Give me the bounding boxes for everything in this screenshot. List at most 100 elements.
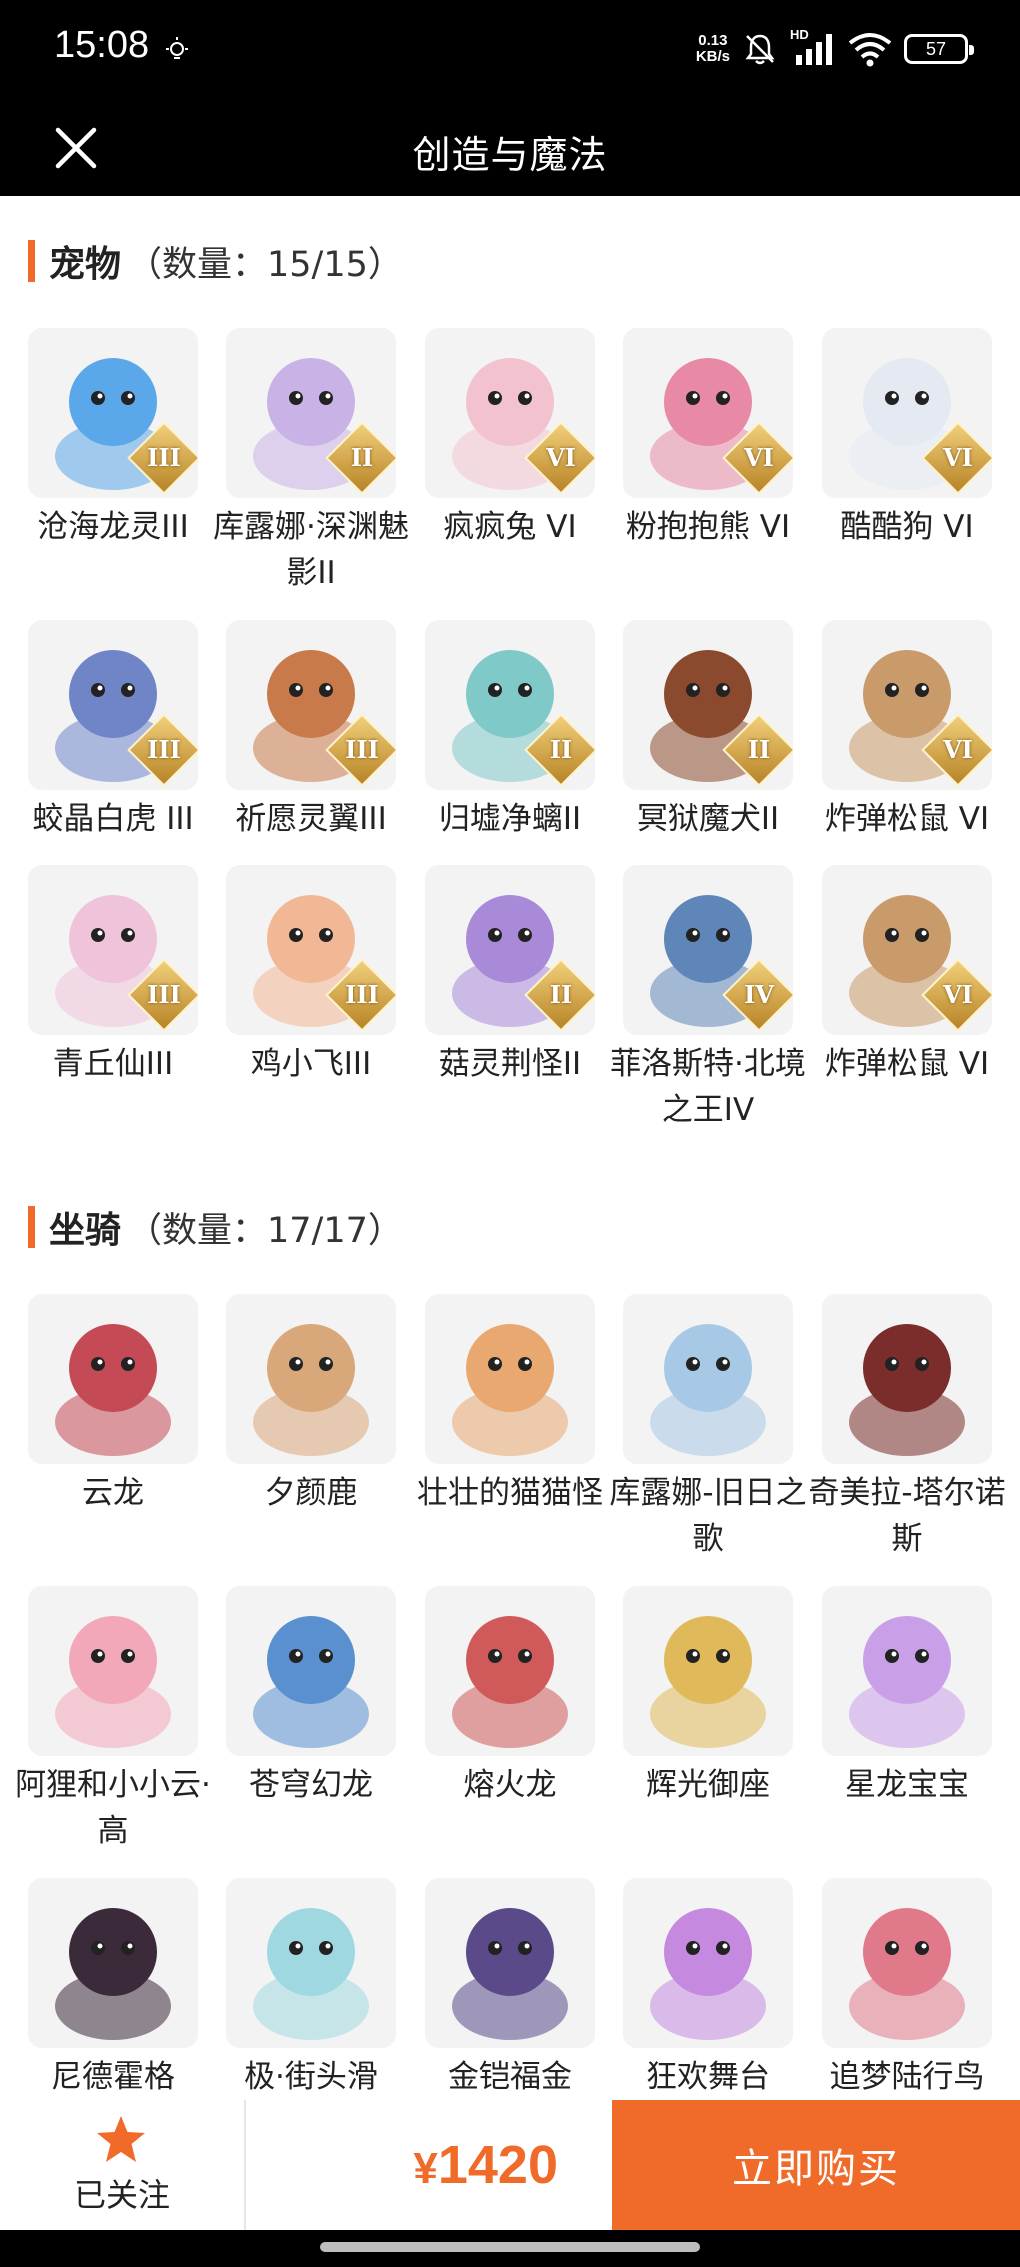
section-accent-bar <box>28 1206 35 1248</box>
mounts-image <box>623 1878 793 2048</box>
mounts-image <box>226 1878 396 2048</box>
pets-label: 沧海龙灵III <box>37 509 189 545</box>
status-icons: 0.13 KB/s HD 57 <box>695 26 974 72</box>
mounts-image <box>425 1294 595 1464</box>
pets-label: 青丘仙III <box>52 1046 174 1082</box>
pets-item[interactable]: III 祈愿灵翼III <box>212 620 410 842</box>
mounts-image <box>822 1294 992 1464</box>
mounts-item[interactable]: 追梦陆行鸟 <box>808 1878 1006 2100</box>
mounts-label: 奇美拉-塔尔诺斯 <box>808 1475 1006 1557</box>
pets-thumbnail: II <box>623 620 793 790</box>
pets-label: 鸡小飞III <box>250 1046 372 1082</box>
pets-item[interactable]: VI 酷酷狗 VI <box>808 328 1006 550</box>
pets-label: 库露娜·深渊魅影II <box>213 509 409 591</box>
mounts-item[interactable]: 熔火龙 <box>411 1586 609 1808</box>
mounts-item[interactable]: 苍穹幻龙 <box>212 1586 410 1808</box>
pets-thumbnail: III <box>28 328 198 498</box>
mounts-thumbnail <box>623 1878 793 2048</box>
mounts-item[interactable]: 壮壮的猫猫怪 <box>411 1294 609 1516</box>
follow-button[interactable]: 已关注 <box>0 2100 244 2230</box>
status-time: 15:08 <box>54 24 150 66</box>
mute-icon <box>745 34 775 65</box>
mounts-thumbnail <box>28 1294 198 1464</box>
wifi-icon <box>848 33 892 67</box>
pets-thumbnail: VI <box>822 865 992 1035</box>
mounts-section-header: 坐骑 （数量：17/17） <box>28 1202 403 1252</box>
mounts-thumbnail <box>623 1586 793 1756</box>
pets-label: 菇灵荆怪II <box>438 1046 582 1082</box>
mounts-label: 狂欢舞台 <box>646 2059 770 2095</box>
mounts-label: 壮壮的猫猫怪 <box>417 1475 603 1511</box>
pets-item[interactable]: II 库露娜·深渊魅影II <box>212 328 410 596</box>
mounts-label: 极·街头滑 <box>244 2059 378 2095</box>
network-speed: 0.13 KB/s <box>695 32 730 65</box>
pets-label: 归墟净螭II <box>438 801 582 837</box>
mounts-label: 熔火龙 <box>463 1767 557 1803</box>
mounts-item[interactable]: 狂欢舞台 <box>609 1878 807 2100</box>
mounts-thumbnail <box>28 1878 198 2048</box>
star-icon <box>97 2116 145 2162</box>
pets-thumbnail: VI <box>623 328 793 498</box>
pets-item[interactable]: II 菇灵荆怪II <box>411 865 609 1087</box>
pets-section-header: 宠物 （数量：15/15） <box>28 236 403 286</box>
mounts-thumbnail <box>226 1294 396 1464</box>
pets-label: 冥狱魔犬II <box>636 801 780 837</box>
pets-thumbnail: III <box>28 865 198 1035</box>
mounts-item[interactable]: 夕颜鹿 <box>212 1294 410 1516</box>
pets-section-title: 宠物 <box>49 244 122 285</box>
pets-item[interactable]: VI 粉抱抱熊 VI <box>609 328 807 550</box>
pets-item[interactable]: III 沧海龙灵III <box>14 328 212 550</box>
mounts-item[interactable]: 尼德霍格 <box>14 1878 212 2100</box>
mounts-label: 夕颜鹿 <box>264 1475 358 1511</box>
mounts-thumbnail <box>425 1294 595 1464</box>
mounts-label: 库露娜-旧日之歌 <box>609 1475 807 1557</box>
mounts-thumbnail <box>822 1586 992 1756</box>
pets-thumbnail: III <box>226 865 396 1035</box>
pets-item[interactable]: III 青丘仙III <box>14 865 212 1087</box>
pets-label: 祈愿灵翼III <box>235 801 387 837</box>
mounts-item[interactable]: 星龙宝宝 <box>808 1586 1006 1808</box>
mounts-item[interactable]: 云龙 <box>14 1294 212 1516</box>
buy-now-button[interactable]: 立即购买 <box>612 2100 1020 2230</box>
mounts-item[interactable]: 辉光御座 <box>609 1586 807 1808</box>
mounts-thumbnail <box>425 1586 595 1756</box>
mounts-label: 金铠福金 <box>448 2059 572 2095</box>
pets-item[interactable]: III 蛟晶白虎 III <box>14 620 212 842</box>
pets-item[interactable]: III 鸡小飞III <box>212 865 410 1087</box>
gesture-bar <box>0 2230 1020 2267</box>
mounts-item[interactable]: 库露娜-旧日之歌 <box>609 1294 807 1562</box>
mounts-section-title: 坐骑 <box>49 1210 122 1251</box>
pets-thumbnail: II <box>226 328 396 498</box>
mounts-image <box>822 1586 992 1756</box>
section-accent-bar <box>28 240 35 282</box>
mounts-image <box>623 1586 793 1756</box>
content-area[interactable]: 宠物 （数量：15/15） III 沧海龙灵III II 库露娜·深渊魅影II VI 疯疯… <box>0 196 1020 2100</box>
mounts-item[interactable]: 极·街头滑 <box>212 1878 410 2100</box>
mounts-image <box>425 1878 595 2048</box>
battery-icon: 57 <box>904 34 974 64</box>
pets-thumbnail: VI <box>822 620 992 790</box>
pets-thumbnail: II <box>425 620 595 790</box>
mounts-image <box>623 1294 793 1464</box>
home-indicator[interactable] <box>320 2242 700 2252</box>
mounts-thumbnail <box>425 1878 595 2048</box>
nav-bar: 创造与魔法 <box>0 100 1020 196</box>
mounts-image <box>425 1586 595 1756</box>
mounts-label: 星龙宝宝 <box>845 1767 969 1803</box>
mounts-image <box>822 1878 992 2048</box>
page-title: 创造与魔法 <box>412 133 608 177</box>
price-value: 1420 <box>437 2135 558 2195</box>
mounts-item[interactable]: 阿狸和小小云·高 <box>14 1586 212 1854</box>
mounts-item[interactable]: 奇美拉-塔尔诺斯 <box>808 1294 1006 1562</box>
pets-item[interactable]: II 冥狱魔犬II <box>609 620 807 842</box>
status-bar: 15:08 0.13 KB/s HD 57 <box>0 0 1020 100</box>
pets-item[interactable]: VI 炸弹松鼠 VI <box>808 865 1006 1087</box>
pets-item[interactable]: VI 炸弹松鼠 VI <box>808 620 1006 842</box>
mounts-thumbnail <box>822 1878 992 2048</box>
pets-item[interactable]: VI 疯疯兔 VI <box>411 328 609 550</box>
follow-label: 已关注 <box>73 2176 170 2214</box>
mounts-item[interactable]: 金铠福金 <box>411 1878 609 2100</box>
pets-item[interactable]: II 归墟净螭II <box>411 620 609 842</box>
pets-item[interactable]: IV 菲洛斯特·北境之王IV <box>609 865 807 1133</box>
pets-thumbnail: III <box>226 620 396 790</box>
